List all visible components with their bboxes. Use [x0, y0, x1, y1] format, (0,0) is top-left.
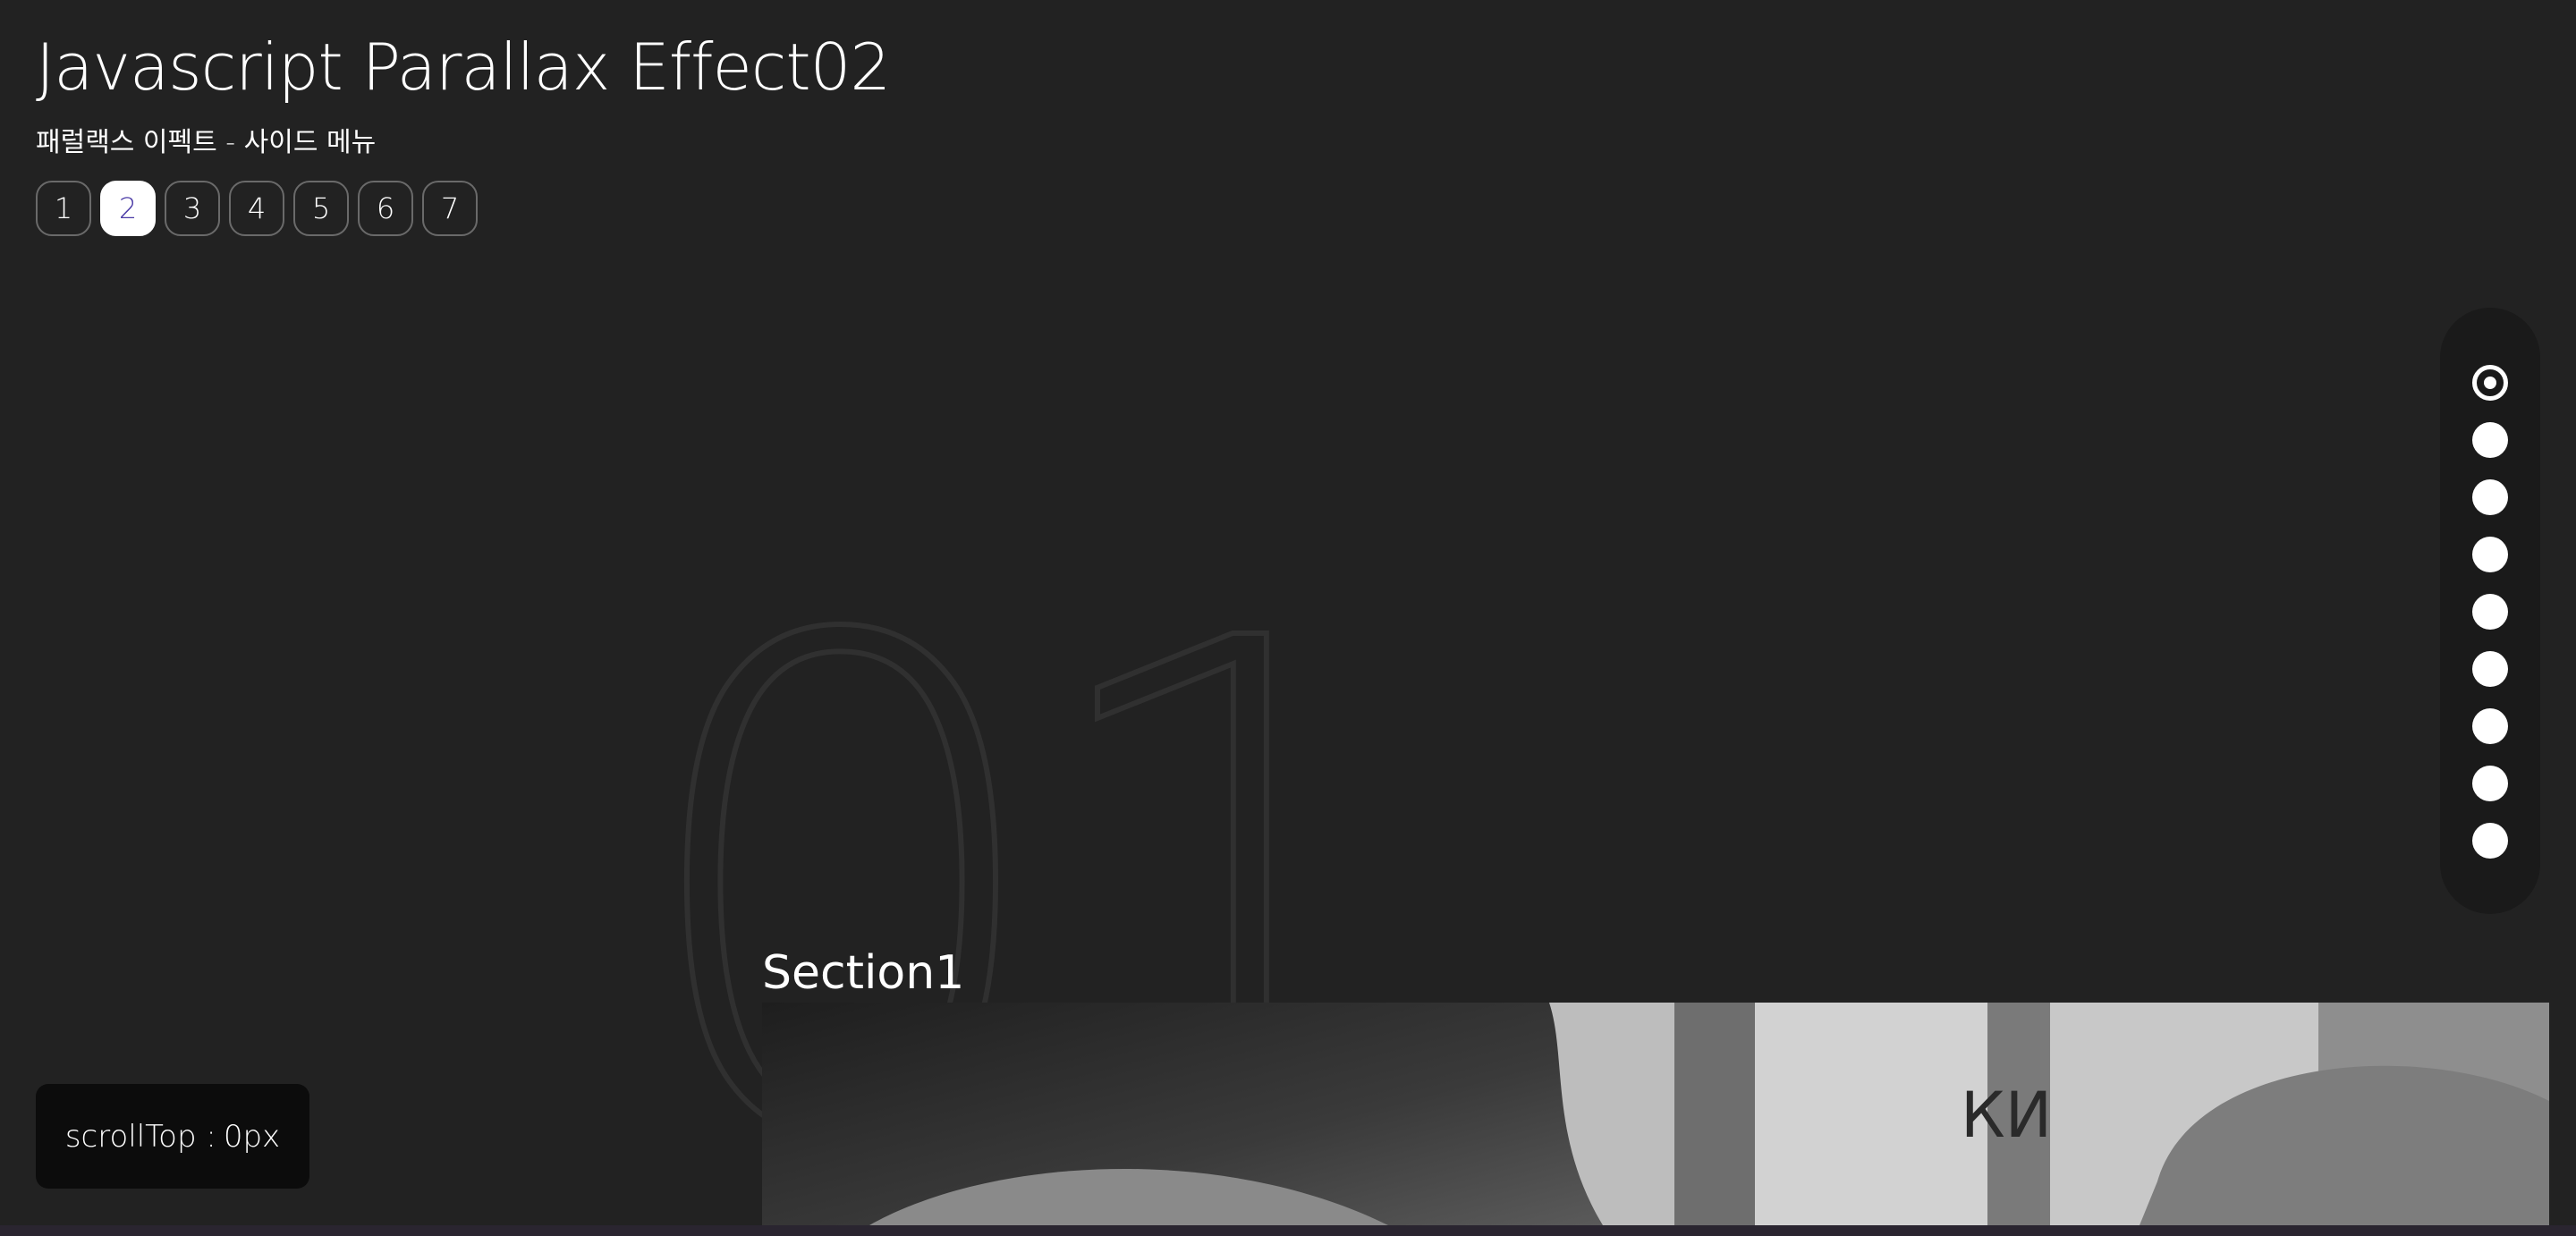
page-link-7[interactable]: 7	[422, 181, 478, 236]
svg-text:КИ: КИ	[1961, 1079, 2052, 1152]
page-link-2[interactable]: 2	[100, 181, 156, 236]
page-title: Javascript Parallax Effect02	[36, 30, 891, 105]
scroll-top-label: scrollTop :	[64, 1118, 216, 1155]
page-link-5[interactable]: 5	[293, 181, 349, 236]
section-dot-7[interactable]	[2472, 708, 2508, 744]
page: Javascript Parallax Effect02 패럴랙스 이펙트 - …	[0, 0, 2576, 1236]
header: Javascript Parallax Effect02 패럴랙스 이펙트 - …	[36, 27, 891, 236]
scroll-top-display: scrollTop : 0px	[36, 1084, 309, 1189]
section-dot-1[interactable]	[2472, 365, 2508, 401]
section-dot-4[interactable]	[2472, 537, 2508, 572]
bottom-edge	[0, 1225, 2576, 1236]
page-number-nav: 1 2 3 4 5 6 7	[36, 181, 890, 236]
page-link-3[interactable]: 3	[165, 181, 220, 236]
section-dot-6[interactable]	[2472, 651, 2508, 687]
section-dot-3[interactable]	[2472, 479, 2508, 515]
photo-placeholder: КИ	[762, 1003, 2549, 1225]
section-dot-9[interactable]	[2472, 823, 2508, 859]
section-dot-8[interactable]	[2472, 766, 2508, 801]
section-image: КИ	[762, 1003, 2549, 1225]
section-title: Section1	[762, 946, 965, 1000]
page-subtitle: 패럴랙스 이펙트 - 사이드 메뉴	[36, 127, 377, 158]
section-dot-2[interactable]	[2472, 422, 2508, 458]
page-link-1[interactable]: 1	[36, 181, 91, 236]
page-link-4[interactable]: 4	[229, 181, 284, 236]
page-link-6[interactable]: 6	[358, 181, 413, 236]
side-dot-nav	[2440, 308, 2540, 914]
section-dot-5[interactable]	[2472, 594, 2508, 630]
scroll-top-value: 0px	[223, 1118, 281, 1155]
